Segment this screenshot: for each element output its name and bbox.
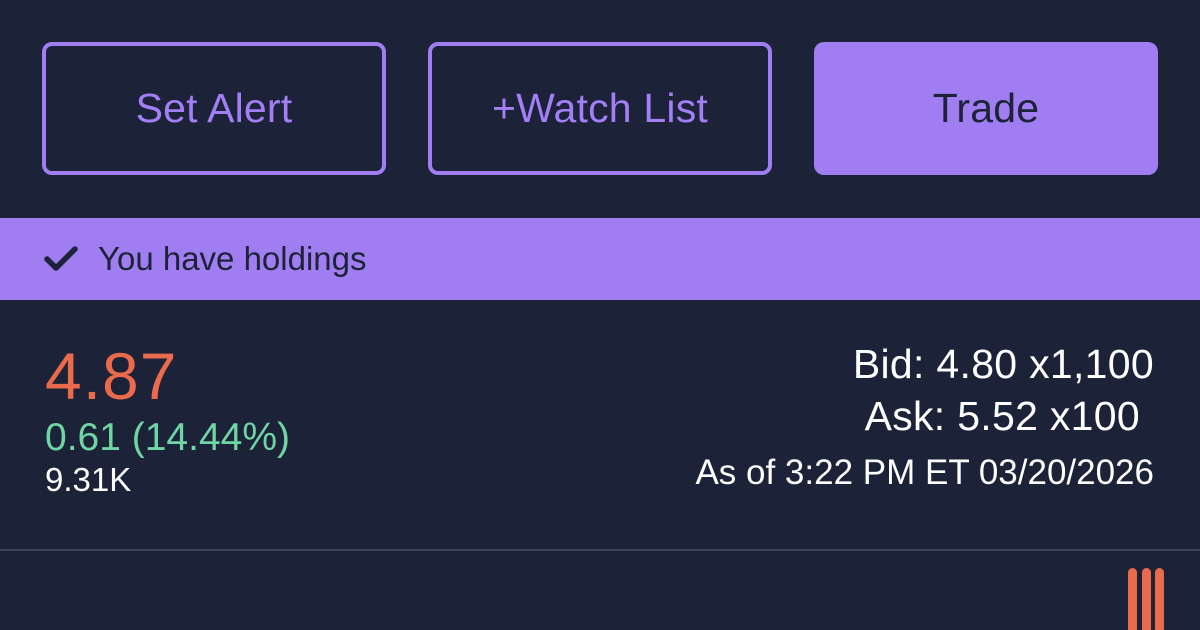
action-buttons: Set Alert +Watch List Trade [42, 42, 1158, 175]
menu-handle-bar [1128, 568, 1137, 630]
section-divider [0, 549, 1200, 551]
price-summary: 4.87 0.61 (14.44%) 9.31K [45, 340, 290, 500]
quote-screen: Set Alert +Watch List Trade You have hol… [0, 0, 1200, 630]
ask-quote: Ask: 5.52 x100 [864, 393, 1140, 439]
watch-list-label: +Watch List [491, 85, 708, 131]
trade-button[interactable]: Trade [814, 42, 1158, 175]
holdings-text: You have holdings [98, 240, 367, 277]
last-price: 4.87 [45, 339, 178, 413]
menu-handle-icon[interactable] [1128, 568, 1164, 630]
trade-label: Trade [932, 85, 1040, 131]
bid-quote: Bid: 4.80 x1,100 [852, 341, 1154, 387]
add-watch-list-button[interactable]: +Watch List [428, 42, 772, 175]
set-alert-button[interactable]: Set Alert [42, 42, 386, 175]
volume: 9.31K [45, 461, 132, 498]
menu-handle-bar [1155, 568, 1164, 630]
price-change: 0.61 (14.44%) [45, 416, 290, 459]
bid-ask-summary: Bid: 4.80 x1,100 Ask: 5.52 x100 As of 3:… [695, 338, 1154, 494]
quote-timestamp: As of 3:22 PM ET 03/20/2026 [695, 453, 1154, 492]
menu-handle-bar [1141, 568, 1151, 630]
set-alert-label: Set Alert [135, 85, 293, 131]
checkmark-icon [42, 240, 80, 278]
holdings-banner: You have holdings [0, 218, 1200, 300]
